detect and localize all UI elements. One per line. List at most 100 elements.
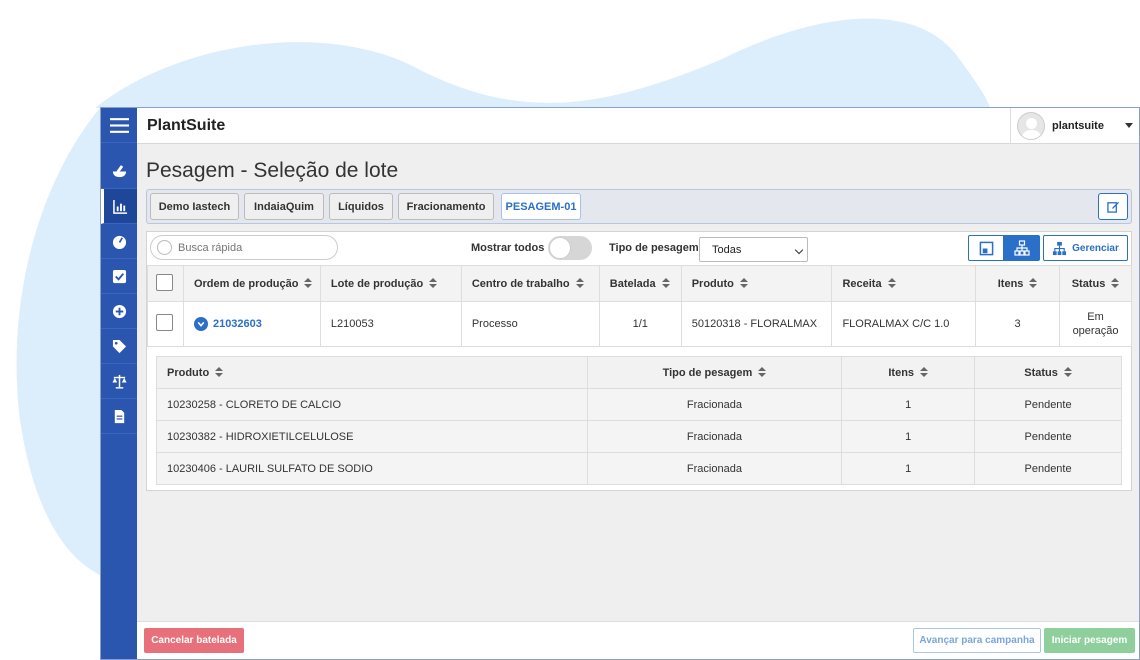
edit-icon [1106,201,1119,213]
product-cell: 10230258 - CLORETO DE CALCIO [156,388,588,421]
column-header[interactable]: Status [1059,265,1132,302]
breadcrumb-item-current[interactable]: PESAGEM-01 [501,193,581,220]
column-header[interactable]: Centro de trabalho [460,265,600,302]
avatar [1017,112,1045,140]
weighing-type-value: Todas [712,243,742,256]
status-cell: Em operação [1059,301,1132,347]
mortar-pestle-icon [112,164,126,177]
column-header[interactable]: Ordem de produção [182,265,321,302]
sidebar-item-weighing-prep[interactable] [101,154,137,189]
page-title: Pesagem - Seleção de lote [146,159,399,182]
start-weighing-button[interactable]: Iniciar pesagem [1044,628,1135,653]
type-cell: Fracionada [586,388,843,421]
lot-cell: L210053 [319,301,462,347]
table-row[interactable]: 10230406 - LAURIL SULFATO DE SODIO Fraci… [156,452,1122,485]
column-header[interactable]: Itens [841,356,976,389]
show-all-toggle[interactable] [548,236,592,260]
sort-icon [739,278,748,289]
scale-icon [111,374,127,389]
sidebar-item-dashboard[interactable] [101,189,137,224]
column-header[interactable]: Produto [156,356,588,389]
items-cell: 3 [975,301,1061,347]
chart-icon [113,199,128,214]
user-menu[interactable]: plantsuite [1010,108,1139,144]
edit-button[interactable] [1098,193,1128,220]
search-input[interactable] [178,241,328,254]
chevron-down-icon[interactable] [193,317,208,331]
search-box[interactable] [150,235,338,260]
user-name: plantsuite [1052,120,1104,132]
search-icon [157,240,172,255]
view-tree-button[interactable] [1004,235,1040,261]
sitemap-icon [1053,241,1067,255]
chevron-down-icon [794,245,804,255]
plus-circle-icon [112,304,126,318]
column-header[interactable]: Receita [831,265,977,302]
recipe-cell: FLORALMAX C/C 1.0 [831,301,977,347]
breadcrumb-item[interactable]: Fracionamento [398,193,494,220]
sort-icon [920,367,929,378]
window-icon [979,241,993,255]
breadcrumb-item[interactable]: IndaiaQuim [244,193,324,220]
sort-icon [304,278,313,289]
sidebar-item-reports[interactable] [101,399,137,434]
lot-panel: Mostrar todos Tipo de pesagem Todas Gere… [146,231,1132,491]
table-row[interactable]: 21032603 L210053 Processo 1/1 50120318 -… [147,301,1132,347]
sidebar-item-checklist[interactable] [101,259,137,294]
show-all-label: Mostrar todos [471,242,545,254]
table-row[interactable]: 10230258 - CLORETO DE CALCIO Fracionada … [156,388,1122,421]
table-row[interactable]: 10230382 - HIDROXIETILCELULOSE Fracionad… [156,420,1122,453]
view-single-button[interactable] [968,235,1004,261]
lots-table: Ordem de produção Lote de produção Centr… [147,265,1132,347]
footer-bar: Cancelar batelada Avançar para campanha … [137,621,1139,659]
column-header[interactable]: Itens [975,265,1061,302]
column-header[interactable]: Batelada [598,265,682,302]
menu-button[interactable] [101,108,137,143]
hamburger-icon [109,117,129,133]
breadcrumb: Demo Iastech IndaiaQuim Líquidos Fracion… [146,189,1132,224]
order-link[interactable]: 21032603 [193,317,262,331]
sort-icon [429,278,438,289]
advance-campaign-button[interactable]: Avançar para campanha [913,628,1041,653]
status-cell: Pendente [974,420,1122,453]
manage-button[interactable]: Gerenciar [1043,235,1128,261]
sidebar-item-monitor[interactable] [101,224,137,259]
breadcrumb-item[interactable]: Demo Iastech [150,193,239,220]
cancel-batch-button[interactable]: Cancelar batelada [144,628,244,653]
document-icon [114,409,124,423]
sidebar-item-tags[interactable] [101,329,137,364]
sort-icon [215,367,224,378]
sort-icon [1111,278,1120,289]
items-cell: 1 [841,388,976,421]
status-cell: Pendente [974,388,1122,421]
product-cell: 10230382 - HIDROXIETILCELULOSE [156,420,588,453]
sort-icon [758,367,767,378]
sidebar [101,108,137,659]
sort-icon [1029,278,1038,289]
column-header[interactable]: Produto [680,265,833,302]
subtable-header-row: Produto Tipo de pesagem Itens Status [156,356,1122,389]
column-header[interactable]: Lote de produção [319,265,462,302]
breadcrumb-item[interactable]: Líquidos [329,193,393,220]
chevron-down-icon [1125,123,1133,128]
column-header[interactable]: Tipo de pesagem [586,356,843,389]
checkbox-icon [112,269,126,283]
type-cell: Fracionada [586,420,843,453]
app-brand: PlantSuite [147,117,226,134]
row-checkbox[interactable] [156,314,173,331]
select-all-cell [147,265,184,302]
product-cell: 50120318 - FLORALMAX [680,301,833,347]
weighing-type-select[interactable]: Todas [699,237,808,262]
column-header[interactable]: Status [974,356,1122,389]
sort-icon [1063,367,1072,378]
tag-icon [112,339,126,353]
sidebar-item-add[interactable] [101,294,137,329]
work-center-cell: Processo [460,301,600,347]
order-cell: 21032603 [182,301,321,347]
items-cell: 1 [841,420,976,453]
items-subtable: Produto Tipo de pesagem Itens Status 102… [156,356,1122,485]
select-all-checkbox[interactable] [156,273,173,291]
sidebar-item-scale[interactable] [101,364,137,399]
row-select-cell [147,301,184,347]
sitemap-icon [1014,240,1030,256]
